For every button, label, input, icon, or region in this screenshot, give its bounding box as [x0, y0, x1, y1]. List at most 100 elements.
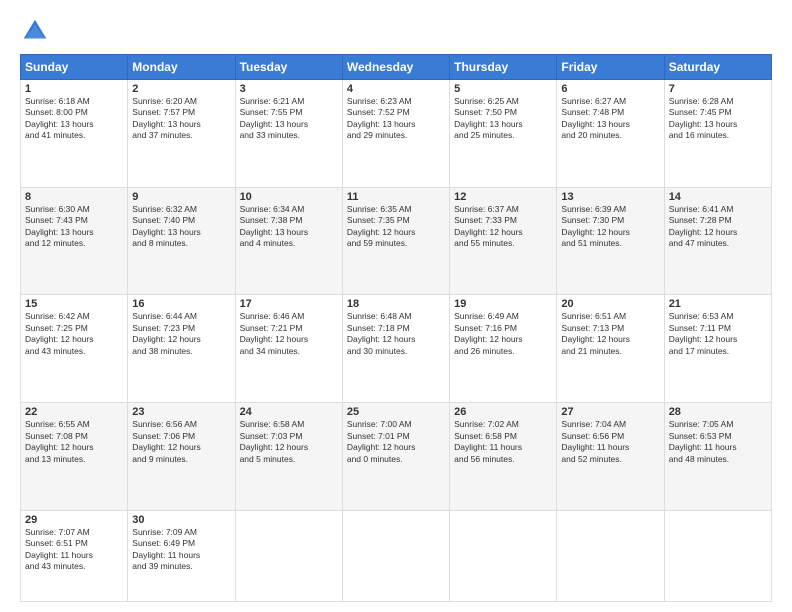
calendar-cell	[450, 510, 557, 601]
day-info: Sunrise: 6:34 AM Sunset: 7:38 PM Dayligh…	[240, 204, 338, 250]
day-info: Sunrise: 6:20 AM Sunset: 7:57 PM Dayligh…	[132, 96, 230, 142]
calendar-cell: 4Sunrise: 6:23 AM Sunset: 7:52 PM Daylig…	[342, 80, 449, 188]
calendar-cell: 23Sunrise: 6:56 AM Sunset: 7:06 PM Dayli…	[128, 403, 235, 511]
day-info: Sunrise: 6:56 AM Sunset: 7:06 PM Dayligh…	[132, 419, 230, 465]
day-info: Sunrise: 7:05 AM Sunset: 6:53 PM Dayligh…	[669, 419, 767, 465]
day-number: 25	[347, 406, 445, 418]
calendar-cell: 26Sunrise: 7:02 AM Sunset: 6:58 PM Dayli…	[450, 403, 557, 511]
calendar-cell: 7Sunrise: 6:28 AM Sunset: 7:45 PM Daylig…	[664, 80, 771, 188]
day-number: 17	[240, 298, 338, 310]
calendar-cell: 1Sunrise: 6:18 AM Sunset: 8:00 PM Daylig…	[21, 80, 128, 188]
calendar-header: Sunday Monday Tuesday Wednesday Thursday…	[21, 55, 772, 80]
calendar-cell: 18Sunrise: 6:48 AM Sunset: 7:18 PM Dayli…	[342, 295, 449, 403]
day-info: Sunrise: 6:58 AM Sunset: 7:03 PM Dayligh…	[240, 419, 338, 465]
calendar-cell: 14Sunrise: 6:41 AM Sunset: 7:28 PM Dayli…	[664, 187, 771, 295]
header-row: Sunday Monday Tuesday Wednesday Thursday…	[21, 55, 772, 80]
calendar-cell	[664, 510, 771, 601]
day-number: 19	[454, 298, 552, 310]
day-info: Sunrise: 6:30 AM Sunset: 7:43 PM Dayligh…	[25, 204, 123, 250]
calendar-cell: 11Sunrise: 6:35 AM Sunset: 7:35 PM Dayli…	[342, 187, 449, 295]
calendar-cell: 15Sunrise: 6:42 AM Sunset: 7:25 PM Dayli…	[21, 295, 128, 403]
col-monday: Monday	[128, 55, 235, 80]
day-number: 14	[669, 191, 767, 203]
day-number: 4	[347, 83, 445, 95]
calendar-cell: 29Sunrise: 7:07 AM Sunset: 6:51 PM Dayli…	[21, 510, 128, 601]
day-info: Sunrise: 6:41 AM Sunset: 7:28 PM Dayligh…	[669, 204, 767, 250]
logo-icon	[20, 16, 50, 46]
day-number: 9	[132, 191, 230, 203]
calendar-cell	[557, 510, 664, 601]
day-info: Sunrise: 7:00 AM Sunset: 7:01 PM Dayligh…	[347, 419, 445, 465]
calendar-cell: 10Sunrise: 6:34 AM Sunset: 7:38 PM Dayli…	[235, 187, 342, 295]
day-number: 5	[454, 83, 552, 95]
calendar-cell: 8Sunrise: 6:30 AM Sunset: 7:43 PM Daylig…	[21, 187, 128, 295]
calendar-cell: 13Sunrise: 6:39 AM Sunset: 7:30 PM Dayli…	[557, 187, 664, 295]
calendar-cell: 21Sunrise: 6:53 AM Sunset: 7:11 PM Dayli…	[664, 295, 771, 403]
day-info: Sunrise: 6:37 AM Sunset: 7:33 PM Dayligh…	[454, 204, 552, 250]
day-number: 2	[132, 83, 230, 95]
day-info: Sunrise: 6:48 AM Sunset: 7:18 PM Dayligh…	[347, 311, 445, 357]
day-number: 6	[561, 83, 659, 95]
calendar-cell: 3Sunrise: 6:21 AM Sunset: 7:55 PM Daylig…	[235, 80, 342, 188]
calendar-cell: 5Sunrise: 6:25 AM Sunset: 7:50 PM Daylig…	[450, 80, 557, 188]
day-number: 1	[25, 83, 123, 95]
calendar-cell: 12Sunrise: 6:37 AM Sunset: 7:33 PM Dayli…	[450, 187, 557, 295]
day-info: Sunrise: 6:39 AM Sunset: 7:30 PM Dayligh…	[561, 204, 659, 250]
day-info: Sunrise: 6:25 AM Sunset: 7:50 PM Dayligh…	[454, 96, 552, 142]
day-number: 30	[132, 514, 230, 526]
day-info: Sunrise: 6:51 AM Sunset: 7:13 PM Dayligh…	[561, 311, 659, 357]
day-number: 23	[132, 406, 230, 418]
day-info: Sunrise: 6:32 AM Sunset: 7:40 PM Dayligh…	[132, 204, 230, 250]
day-info: Sunrise: 7:09 AM Sunset: 6:49 PM Dayligh…	[132, 527, 230, 573]
day-info: Sunrise: 6:27 AM Sunset: 7:48 PM Dayligh…	[561, 96, 659, 142]
day-info: Sunrise: 6:35 AM Sunset: 7:35 PM Dayligh…	[347, 204, 445, 250]
calendar-cell: 25Sunrise: 7:00 AM Sunset: 7:01 PM Dayli…	[342, 403, 449, 511]
calendar-cell: 17Sunrise: 6:46 AM Sunset: 7:21 PM Dayli…	[235, 295, 342, 403]
col-thursday: Thursday	[450, 55, 557, 80]
calendar-cell: 28Sunrise: 7:05 AM Sunset: 6:53 PM Dayli…	[664, 403, 771, 511]
col-sunday: Sunday	[21, 55, 128, 80]
day-info: Sunrise: 6:49 AM Sunset: 7:16 PM Dayligh…	[454, 311, 552, 357]
day-number: 10	[240, 191, 338, 203]
calendar-cell: 2Sunrise: 6:20 AM Sunset: 7:57 PM Daylig…	[128, 80, 235, 188]
day-number: 7	[669, 83, 767, 95]
day-info: Sunrise: 6:42 AM Sunset: 7:25 PM Dayligh…	[25, 311, 123, 357]
day-number: 24	[240, 406, 338, 418]
day-number: 21	[669, 298, 767, 310]
day-info: Sunrise: 6:28 AM Sunset: 7:45 PM Dayligh…	[669, 96, 767, 142]
calendar-cell	[235, 510, 342, 601]
day-number: 18	[347, 298, 445, 310]
calendar-cell: 22Sunrise: 6:55 AM Sunset: 7:08 PM Dayli…	[21, 403, 128, 511]
day-number: 12	[454, 191, 552, 203]
calendar-cell	[342, 510, 449, 601]
calendar-cell: 27Sunrise: 7:04 AM Sunset: 6:56 PM Dayli…	[557, 403, 664, 511]
day-number: 22	[25, 406, 123, 418]
day-info: Sunrise: 6:44 AM Sunset: 7:23 PM Dayligh…	[132, 311, 230, 357]
calendar-table: Sunday Monday Tuesday Wednesday Thursday…	[20, 54, 772, 602]
day-number: 26	[454, 406, 552, 418]
logo	[20, 16, 54, 46]
col-saturday: Saturday	[664, 55, 771, 80]
calendar-cell: 24Sunrise: 6:58 AM Sunset: 7:03 PM Dayli…	[235, 403, 342, 511]
day-info: Sunrise: 6:18 AM Sunset: 8:00 PM Dayligh…	[25, 96, 123, 142]
day-number: 15	[25, 298, 123, 310]
day-number: 16	[132, 298, 230, 310]
day-info: Sunrise: 7:04 AM Sunset: 6:56 PM Dayligh…	[561, 419, 659, 465]
col-friday: Friday	[557, 55, 664, 80]
calendar-cell: 20Sunrise: 6:51 AM Sunset: 7:13 PM Dayli…	[557, 295, 664, 403]
day-info: Sunrise: 6:21 AM Sunset: 7:55 PM Dayligh…	[240, 96, 338, 142]
calendar-cell: 30Sunrise: 7:09 AM Sunset: 6:49 PM Dayli…	[128, 510, 235, 601]
calendar-body: 1Sunrise: 6:18 AM Sunset: 8:00 PM Daylig…	[21, 80, 772, 602]
calendar-cell: 16Sunrise: 6:44 AM Sunset: 7:23 PM Dayli…	[128, 295, 235, 403]
day-number: 28	[669, 406, 767, 418]
day-number: 20	[561, 298, 659, 310]
calendar-cell: 6Sunrise: 6:27 AM Sunset: 7:48 PM Daylig…	[557, 80, 664, 188]
header	[20, 16, 772, 46]
calendar-cell: 9Sunrise: 6:32 AM Sunset: 7:40 PM Daylig…	[128, 187, 235, 295]
page: Sunday Monday Tuesday Wednesday Thursday…	[0, 0, 792, 612]
day-info: Sunrise: 6:53 AM Sunset: 7:11 PM Dayligh…	[669, 311, 767, 357]
day-number: 8	[25, 191, 123, 203]
day-info: Sunrise: 7:07 AM Sunset: 6:51 PM Dayligh…	[25, 527, 123, 573]
day-info: Sunrise: 6:23 AM Sunset: 7:52 PM Dayligh…	[347, 96, 445, 142]
col-tuesday: Tuesday	[235, 55, 342, 80]
